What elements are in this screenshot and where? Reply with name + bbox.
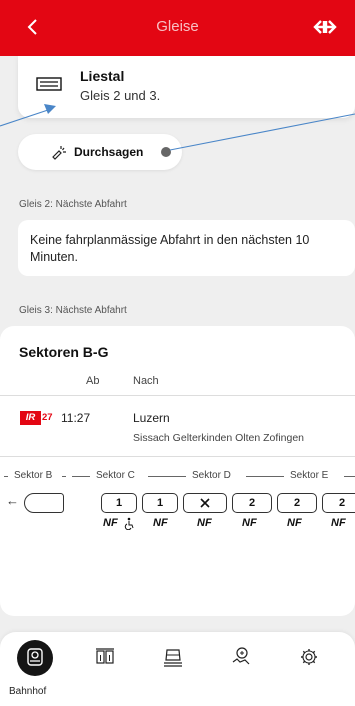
settings-icon xyxy=(301,649,317,665)
sector-label: Sektor B xyxy=(14,470,53,481)
sector-dash xyxy=(4,476,8,477)
station-card[interactable]: Liestal Gleis 2 und 3. xyxy=(18,56,355,118)
gleis3-label: Gleis 3: Nächste Abfahrt xyxy=(19,305,127,316)
sbb-logo-icon xyxy=(313,20,337,34)
sektoren-title: Sektoren B-G xyxy=(19,344,109,360)
bottom-nav: Bahnhof xyxy=(0,632,355,706)
announcements-label: Durchsagen xyxy=(74,145,144,159)
page-title: Gleise xyxy=(156,18,199,35)
gleis2-message: Keine fahrplanmässige Abfahrt in den näc… xyxy=(30,233,310,264)
nf-label: NF xyxy=(153,517,168,529)
sector-label: Sektor E xyxy=(290,470,329,481)
gleis2-label: Gleis 2: Nächste Abfahrt xyxy=(19,199,127,210)
sector-dash xyxy=(344,476,355,477)
nav-item-train[interactable] xyxy=(144,632,202,706)
column-ab-header: Ab xyxy=(86,375,100,387)
departure-card[interactable]: Sektoren B-G Ab Nach IR 27 11:27 Luzern … xyxy=(0,326,355,616)
train-icon xyxy=(164,649,182,667)
nf-label: NF xyxy=(197,517,212,529)
train-type: IR xyxy=(20,411,41,425)
train-number: 27 xyxy=(42,412,53,423)
train-car-restaurant xyxy=(183,493,227,513)
station-icon xyxy=(27,648,43,666)
direction-arrow: ← xyxy=(6,493,19,508)
app-screen: Gleise Liestal Gleis 2 und 3. Durchsagen… xyxy=(0,0,355,706)
nav-item-location[interactable] xyxy=(212,632,270,706)
nf-label: NF xyxy=(331,517,346,529)
sector-dash xyxy=(62,476,66,477)
divider xyxy=(0,395,355,396)
nf-label: NF xyxy=(242,517,257,529)
sector-label: Sektor D xyxy=(192,470,231,481)
train-car: 2 xyxy=(232,493,272,513)
train-car: 1 xyxy=(142,493,178,513)
nf-label: NF xyxy=(103,517,118,529)
platform-icon xyxy=(36,77,62,91)
status-dot xyxy=(161,147,171,157)
gleis2-info-card: Keine fahrplanmässige Abfahrt in den näc… xyxy=(18,220,355,276)
train-car: 1 xyxy=(101,493,137,513)
train-car: 2 xyxy=(277,493,317,513)
nav-item-gleise[interactable] xyxy=(76,632,134,706)
nav-label: Bahnhof xyxy=(9,686,47,697)
nav-item-settings[interactable] xyxy=(280,632,338,706)
location-icon xyxy=(232,647,250,665)
nav-active-indicator xyxy=(17,640,53,676)
wheelchair-icon xyxy=(124,517,134,530)
departure-via: Sissach Gelterkinden Olten Zofingen xyxy=(133,432,305,444)
station-name: Liestal xyxy=(80,68,125,84)
nav-item-bahnhof[interactable]: Bahnhof xyxy=(6,632,64,706)
divider xyxy=(0,456,355,457)
announcements-button[interactable]: Durchsagen xyxy=(18,134,182,170)
megaphone-icon xyxy=(52,146,66,160)
departure-destination: Luzern xyxy=(133,411,170,425)
nf-label: NF xyxy=(287,517,302,529)
departure-time: 11:27 xyxy=(61,411,91,425)
sector-dash xyxy=(72,476,90,477)
sector-dash xyxy=(148,476,186,477)
platforms-icon xyxy=(96,648,114,664)
restaurant-icon xyxy=(200,498,210,508)
column-nach-header: Nach xyxy=(133,375,159,387)
station-platforms: Gleis 2 und 3. xyxy=(80,88,161,103)
sector-row: Sektor B Sektor C Sektor D Sektor E xyxy=(0,470,355,484)
locomotive xyxy=(24,493,64,513)
app-header: Gleise xyxy=(0,0,355,56)
sector-dash xyxy=(246,476,284,477)
train-badge: IR 27 xyxy=(20,411,55,425)
sector-label: Sektor C xyxy=(96,470,135,481)
train-car: 2 xyxy=(322,493,355,513)
